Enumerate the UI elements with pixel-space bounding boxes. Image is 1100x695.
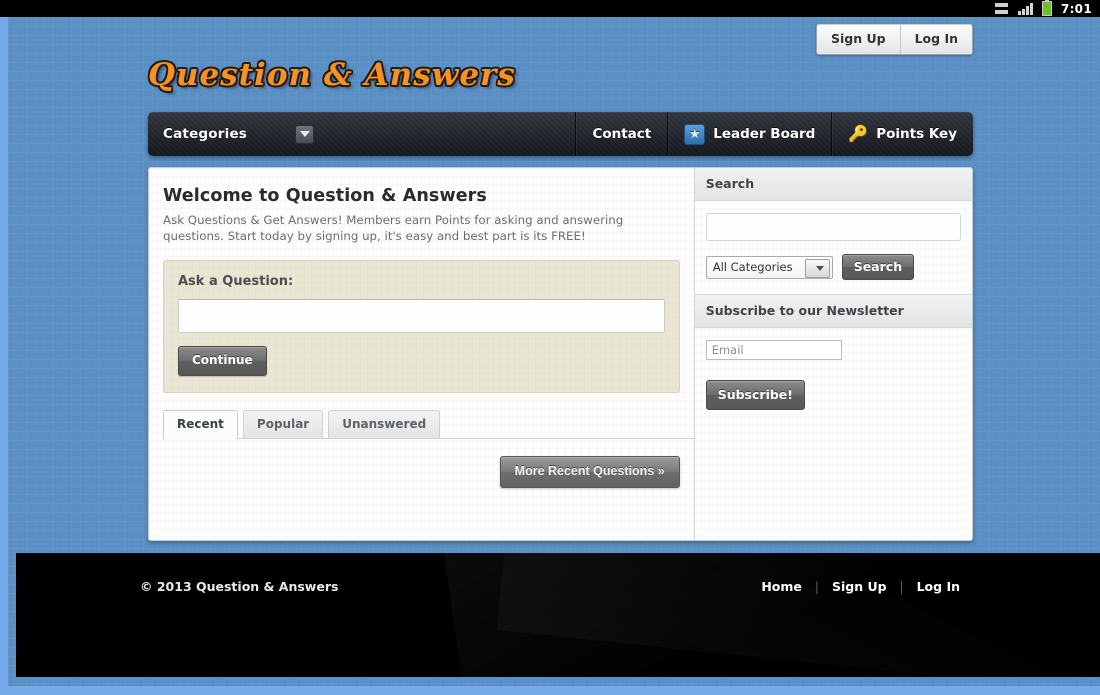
- browser-viewport: Sign Up Log In Question & Answers Catego…: [0, 17, 1100, 695]
- page-title: Welcome to Question & Answers: [163, 186, 487, 206]
- signal-bars-icon: [1017, 2, 1033, 15]
- chevron-down-icon[interactable]: [804, 258, 830, 278]
- page-canvas: Sign Up Log In Question & Answers Catego…: [8, 17, 1100, 686]
- sidebar: Search All Categories Search Subscribe t…: [693, 168, 972, 540]
- network-data-icon: [994, 2, 1008, 15]
- subscribe-button[interactable]: Subscribe!: [705, 380, 805, 410]
- ask-question-input[interactable]: [178, 299, 665, 333]
- copyright-text: © 2013 Question & Answers: [140, 579, 339, 594]
- status-bar-clock: 7:01: [1061, 2, 1092, 16]
- question-tabs: Recent Popular Unanswered: [163, 410, 694, 439]
- nav-item-contact[interactable]: Contact: [575, 112, 667, 156]
- search-category-select[interactable]: All Categories: [705, 255, 833, 279]
- key-icon: 🔑: [848, 124, 869, 143]
- tab-recent[interactable]: Recent: [163, 410, 238, 439]
- footer-inner: © 2013 Question & Answers Home | Sign Up…: [140, 579, 973, 594]
- battery-icon: [1041, 0, 1052, 16]
- content-column: Welcome to Question & Answers Ask Questi…: [149, 168, 694, 540]
- nav-item-label: Leader Board: [713, 126, 816, 142]
- search-input[interactable]: [705, 213, 961, 241]
- intro-text: Ask Questions & Get Answers! Members ear…: [163, 213, 624, 243]
- main-panel: Welcome to Question & Answers Ask Questi…: [148, 167, 973, 541]
- main-navigation: Categories Contact ★ Leader Board 🔑 Poin…: [148, 112, 973, 156]
- search-category-value: All Categories: [712, 260, 793, 274]
- search-panel-heading: Search: [694, 168, 972, 201]
- tab-panel: More Recent Questions »: [163, 439, 680, 488]
- continue-button[interactable]: Continue: [178, 346, 267, 376]
- page-footer: © 2013 Question & Answers Home | Sign Up…: [16, 553, 1100, 677]
- nav-categories[interactable]: Categories: [148, 112, 315, 156]
- chevron-down-icon[interactable]: [295, 124, 315, 144]
- nav-item-label: Contact: [592, 126, 652, 142]
- ask-question-label: Ask a Question:: [178, 274, 294, 289]
- newsletter-panel-heading: Subscribe to our Newsletter: [694, 294, 972, 328]
- footer-link-log-in[interactable]: Log In: [904, 579, 973, 594]
- search-panel-body: All Categories Search: [695, 201, 972, 294]
- auth-buttons: Sign Up Log In: [816, 24, 973, 55]
- tab-popular[interactable]: Popular: [242, 410, 324, 439]
- newsletter-panel-body: Subscribe!: [695, 328, 972, 424]
- search-button[interactable]: Search: [841, 254, 915, 280]
- nav-item-leader-board[interactable]: ★ Leader Board: [667, 112, 831, 156]
- footer-link-sign-up[interactable]: Sign Up: [819, 579, 900, 594]
- footer-link-home[interactable]: Home: [748, 579, 815, 594]
- nav-item-label: Points Key: [876, 126, 957, 142]
- clock-text: 7:01: [1060, 1, 1092, 16]
- search-controls-row: All Categories Search: [705, 254, 961, 280]
- tab-unanswered[interactable]: Unanswered: [328, 410, 441, 439]
- star-icon: ★: [684, 123, 706, 145]
- log-in-button-top[interactable]: Log In: [899, 25, 972, 54]
- android-status-bar: 7:01: [0, 0, 1100, 17]
- newsletter-email-input[interactable]: [705, 340, 842, 360]
- categories-label: Categories: [163, 126, 248, 142]
- site-logo[interactable]: Question & Answers: [148, 57, 516, 93]
- nav-item-points-key[interactable]: 🔑 Points Key: [831, 112, 973, 156]
- sign-up-button-top[interactable]: Sign Up: [817, 25, 900, 54]
- more-recent-questions-button[interactable]: More Recent Questions »: [499, 456, 680, 488]
- footer-links: Home | Sign Up | Log In: [748, 579, 973, 594]
- ask-a-question-box: Ask a Question: Continue: [163, 260, 680, 393]
